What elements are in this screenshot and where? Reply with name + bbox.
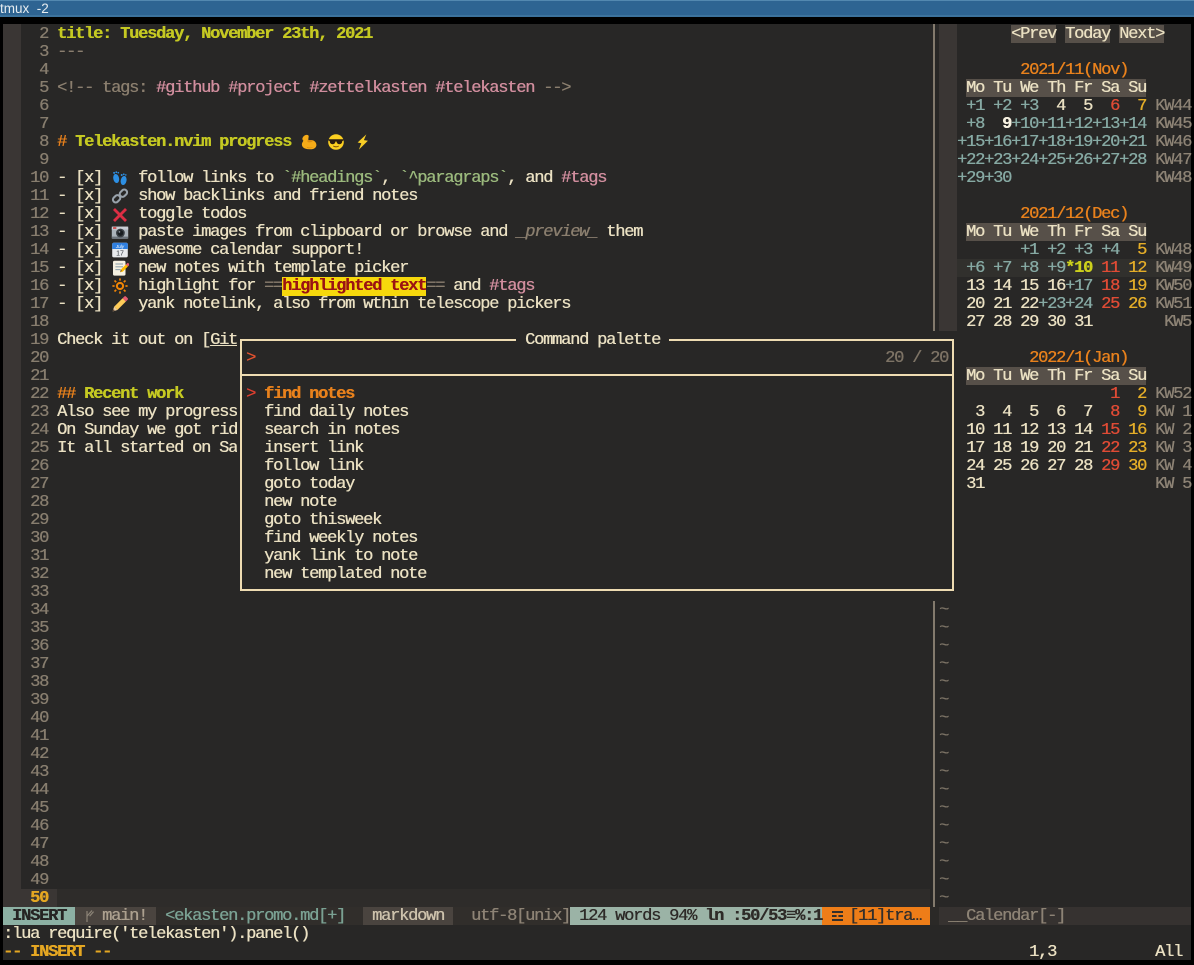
svg-text:July: July xyxy=(115,244,125,249)
svg-text:17: 17 xyxy=(116,251,124,258)
